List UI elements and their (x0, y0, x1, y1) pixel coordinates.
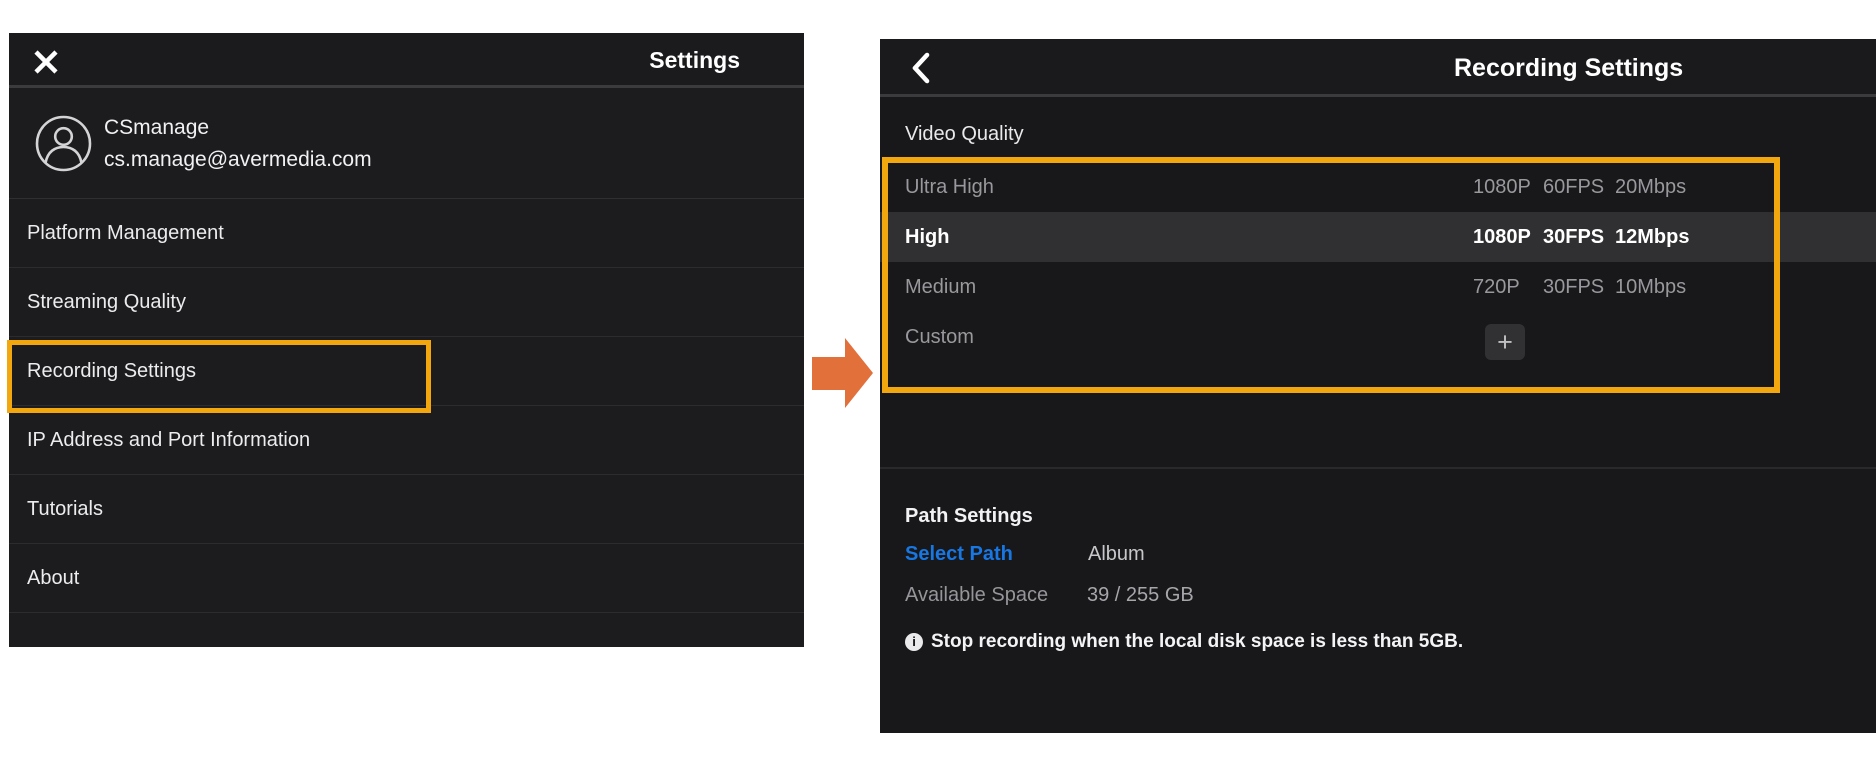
quality-option-name: Medium (905, 262, 976, 312)
account-profile[interactable]: CSmanage cs.manage@avermedia.com (9, 88, 804, 199)
arrow-head (845, 338, 873, 408)
avatar-icon (35, 115, 92, 172)
quality-resolution: 1080P (1473, 162, 1531, 212)
settings-menu-item[interactable]: IP Address and Port Information (9, 406, 804, 475)
disk-space-note-text: Stop recording when the local disk space… (931, 631, 1463, 653)
video-quality-label: Video Quality (905, 123, 1024, 146)
arrow-tail (812, 357, 845, 390)
quality-bitrate: 10Mbps (1615, 262, 1686, 312)
recording-settings-title: Recording Settings (1454, 39, 1683, 97)
settings-menu: Platform Management Streaming Quality Re… (9, 199, 804, 613)
recording-settings-panel: Recording Settings Video Quality Ultra H… (880, 39, 1876, 733)
quality-option-name: High (905, 212, 949, 262)
settings-menu-item[interactable]: Tutorials (9, 475, 804, 544)
video-quality-option[interactable]: High 1080P 30FPS 12Mbps (880, 212, 1876, 262)
disk-space-note: i Stop recording when the local disk spa… (905, 631, 1463, 653)
path-settings-heading: Path Settings (905, 505, 1033, 528)
section-divider (880, 467, 1876, 469)
menu-item-label: Platform Management (27, 199, 224, 268)
settings-menu-item[interactable]: About (9, 544, 804, 613)
flow-arrow-icon (812, 338, 873, 408)
video-quality-option[interactable]: Medium 720P 30FPS 10Mbps (880, 262, 1876, 312)
menu-item-label: Tutorials (27, 475, 103, 544)
settings-menu-item[interactable]: Streaming Quality (9, 268, 804, 337)
quality-option-name: Custom (905, 312, 974, 362)
select-path-link[interactable]: Select Path (905, 543, 1013, 566)
video-quality-option[interactable]: Custom + (880, 312, 1876, 362)
quality-resolution: 720P (1473, 262, 1520, 312)
menu-item-label: About (27, 544, 79, 613)
quality-bitrate: 20Mbps (1615, 162, 1686, 212)
settings-menu-item[interactable]: Recording Settings (9, 337, 804, 406)
quality-option-name: Ultra High (905, 162, 994, 212)
quality-fps: 30FPS (1543, 212, 1604, 262)
info-icon: i (905, 633, 923, 651)
profile-name: CSmanage (104, 116, 209, 140)
menu-item-label: Recording Settings (27, 337, 196, 406)
recording-settings-header: Recording Settings (880, 39, 1876, 97)
quality-fps: 30FPS (1543, 262, 1604, 312)
profile-email: cs.manage@avermedia.com (104, 148, 372, 172)
close-icon (33, 49, 65, 75)
path-value: Album (1088, 543, 1145, 566)
menu-item-label: IP Address and Port Information (27, 406, 310, 475)
back-button[interactable] (910, 50, 936, 86)
chevron-left-icon (910, 51, 936, 85)
close-button[interactable] (33, 46, 65, 78)
quality-fps: 60FPS (1543, 162, 1604, 212)
settings-title: Settings (649, 33, 740, 88)
settings-panel: Settings CSmanage cs.manage@avermedia.co… (9, 33, 804, 647)
available-space-value: 39 / 255 GB (1087, 584, 1194, 607)
menu-item-label: Streaming Quality (27, 268, 186, 337)
quality-resolution: 1080P (1473, 212, 1531, 262)
video-quality-option[interactable]: Ultra High 1080P 60FPS 20Mbps (880, 162, 1876, 212)
settings-menu-item[interactable]: Platform Management (9, 199, 804, 268)
available-space-label: Available Space (905, 584, 1048, 607)
settings-header: Settings (9, 33, 804, 88)
quality-bitrate: 12Mbps (1615, 212, 1689, 262)
add-custom-quality-button[interactable]: + (1485, 324, 1525, 360)
